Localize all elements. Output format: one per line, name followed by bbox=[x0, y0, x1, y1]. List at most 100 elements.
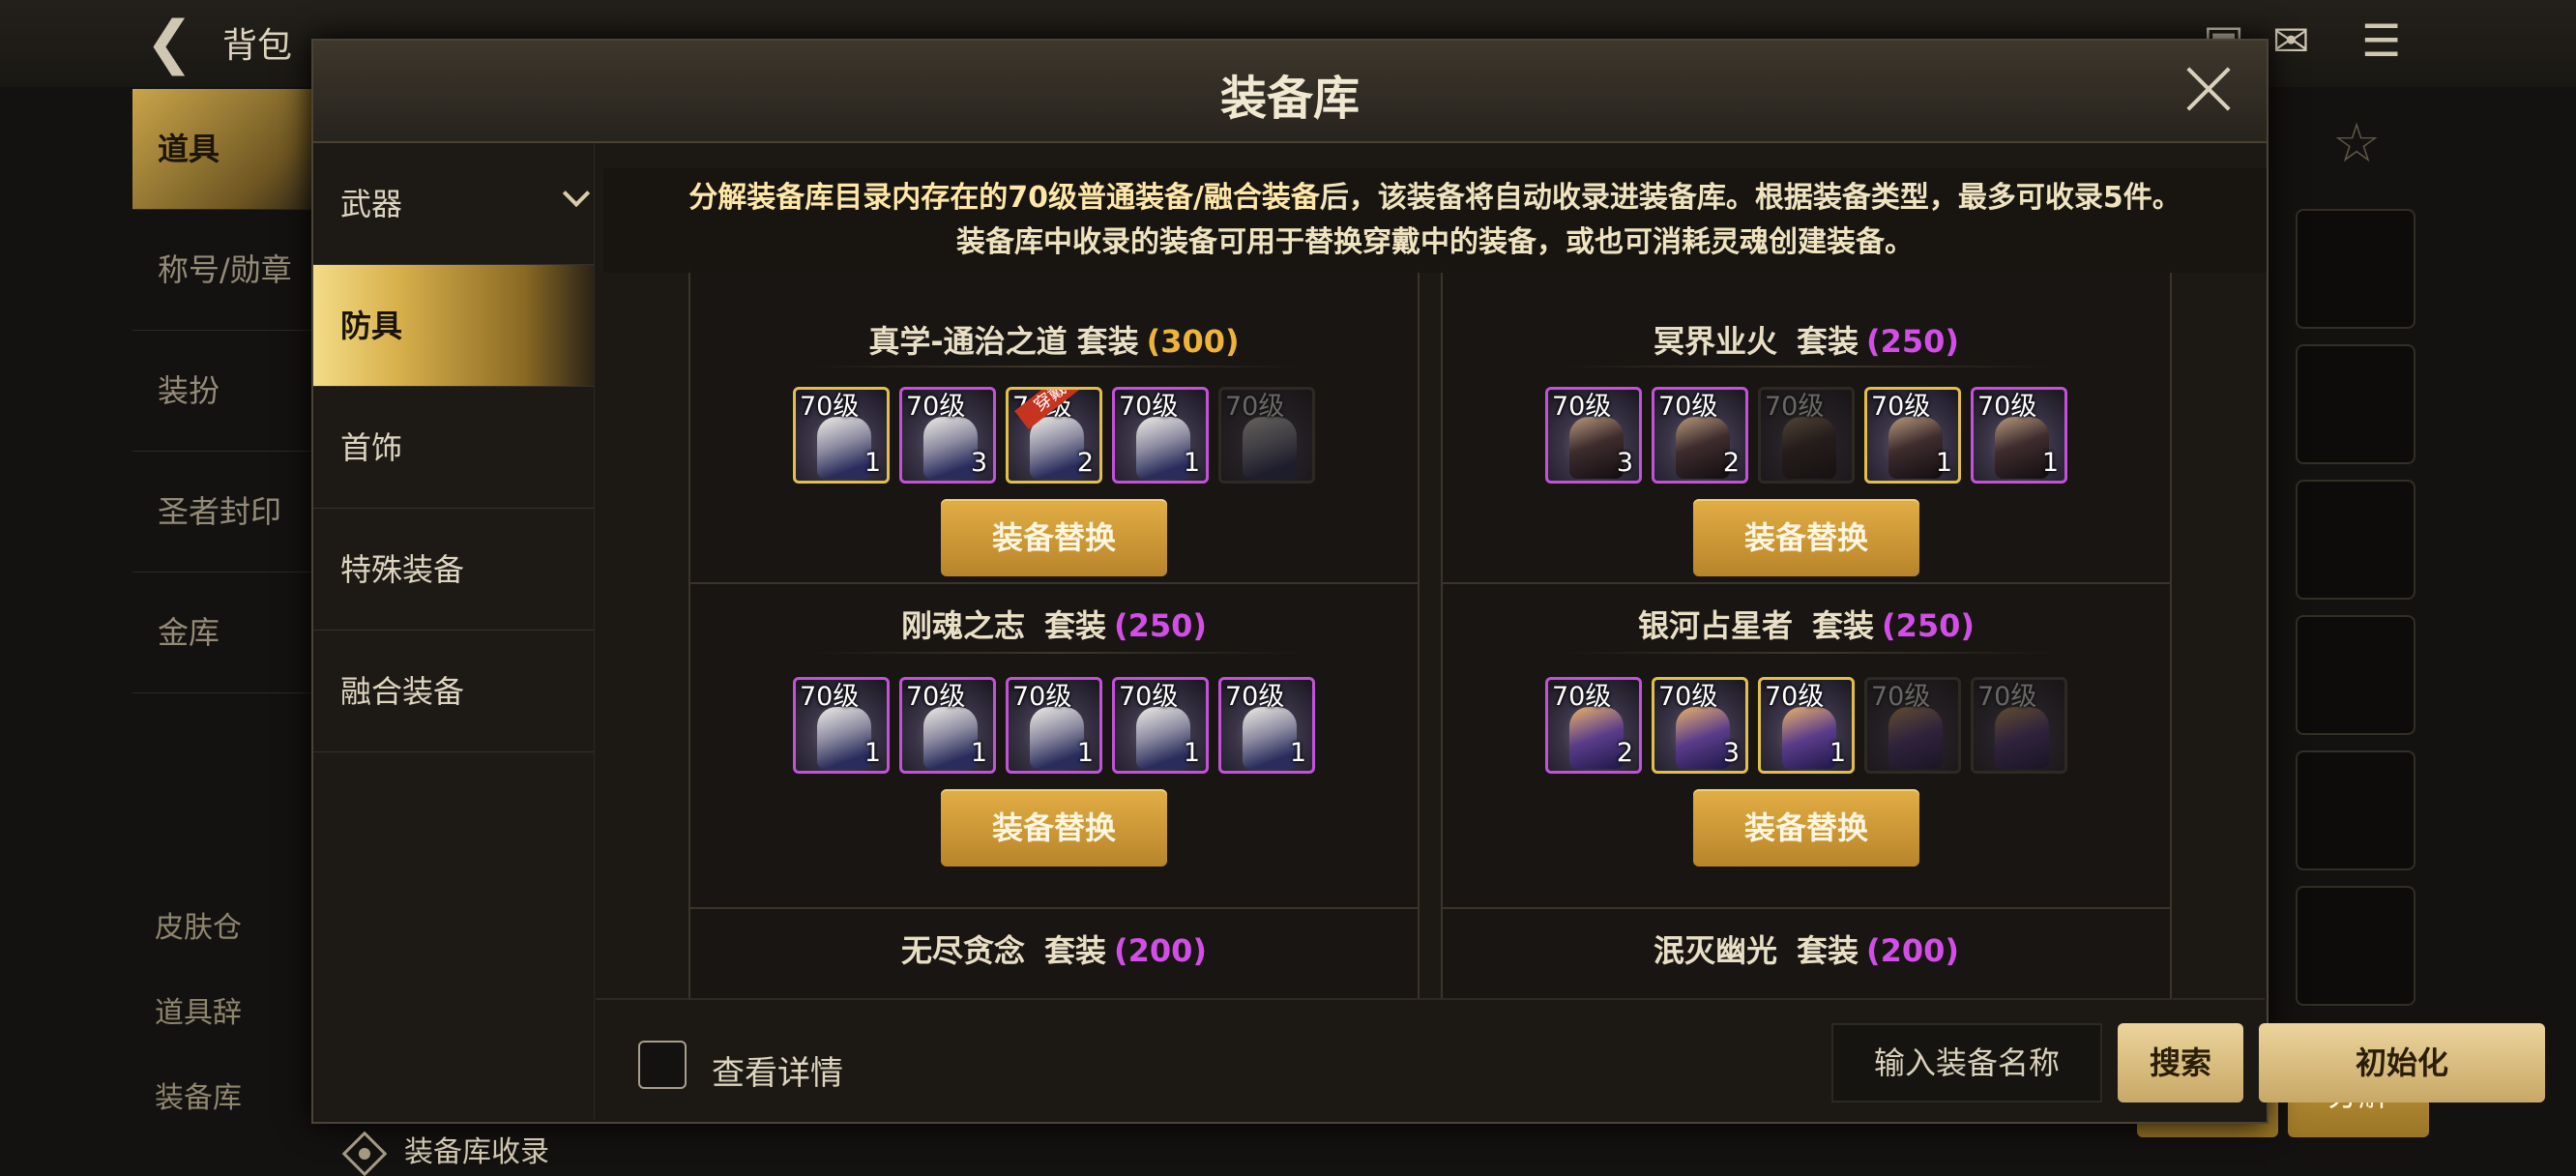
category-list: 武器 防具 首饰 特殊装备 融合装备 装备库收录 bbox=[313, 143, 595, 1176]
notice-line1: 后，该装备将自动收录进装备库。根据装备类型，最多可收录5件。 bbox=[1319, 181, 2181, 215]
set-card: 真学-通治之道套装(300)70级170级370级穿戴中270级170级装备替换 bbox=[688, 263, 1420, 600]
inventory-slot[interactable] bbox=[2296, 209, 2415, 329]
equipment-slot[interactable]: 70级 2 bbox=[1652, 387, 1748, 484]
equipment-slots: 70级 2 70级 3 70级 1 70级 70级 bbox=[1443, 677, 2170, 774]
swap-equipment-button[interactable]: 装备替换 bbox=[1693, 499, 1919, 576]
inventory-slot[interactable] bbox=[2296, 615, 2415, 735]
category-armor[interactable]: 防具 bbox=[313, 265, 594, 387]
bag-tab-seal[interactable]: 圣者封印 bbox=[132, 452, 326, 573]
details-checkbox[interactable] bbox=[638, 1041, 687, 1089]
category-special[interactable]: 特殊装备 bbox=[313, 509, 594, 631]
level-label: 70级 bbox=[1871, 392, 1931, 422]
bag-tab-items[interactable]: 道具 bbox=[132, 89, 326, 210]
item-count: 3 bbox=[1616, 448, 1633, 478]
equipment-slot[interactable]: 70级 1 bbox=[1112, 677, 1209, 774]
armor-icon bbox=[1888, 417, 1943, 479]
item-count: 3 bbox=[970, 448, 987, 478]
level-label: 70级 bbox=[1012, 682, 1072, 712]
equipment-slot[interactable]: 70级 1 bbox=[1218, 677, 1315, 774]
reset-button[interactable]: 初始化 bbox=[2259, 1023, 2545, 1102]
equipment-slot[interactable]: 70级 2 bbox=[1545, 677, 1642, 774]
item-dictionary-link[interactable]: 道具辞 bbox=[155, 988, 242, 1031]
category-weapon[interactable]: 武器 bbox=[313, 143, 594, 265]
search-button[interactable]: 搜索 bbox=[2118, 1023, 2243, 1102]
set-card: 银河占星者 套装 (250) 70级 2 70级 3 70级 1 70级 70级 装备替换 bbox=[1441, 582, 2172, 925]
equipment-slot[interactable]: 70级 1 bbox=[1758, 677, 1855, 774]
equipment-slot[interactable]: 70级 bbox=[1971, 677, 2067, 774]
set-title: 银河占星者 套装 (250) bbox=[1443, 602, 2170, 646]
item-count: 1 bbox=[1183, 738, 1200, 768]
equipment-slot[interactable]: 70级穿戴中2 bbox=[1006, 387, 1102, 484]
equipment-slot[interactable]: 70级 bbox=[1864, 677, 1961, 774]
details-label[interactable]: 查看详情 bbox=[712, 1046, 843, 1094]
inventory-slot[interactable] bbox=[2296, 750, 2415, 870]
divider bbox=[806, 366, 1305, 368]
set-title: 冥界业火 套装 (250) bbox=[1443, 317, 2170, 362]
notice-highlight: 分解装备库目录内存在的70级普通装备/融合装备 bbox=[688, 181, 1320, 215]
armor-icon bbox=[817, 417, 871, 479]
armor-icon bbox=[817, 707, 871, 769]
collect-link[interactable]: 装备库收录 bbox=[342, 1128, 549, 1176]
level-label: 70级 bbox=[1552, 392, 1612, 422]
armor-icon bbox=[1136, 417, 1190, 479]
armor-icon bbox=[1243, 417, 1297, 479]
bag-tab-avatar[interactable]: 装扮 bbox=[132, 331, 326, 452]
set-points: (250) bbox=[1865, 323, 1960, 360]
skin-storage-link[interactable]: 皮肤仓 bbox=[155, 903, 242, 946]
equipment-slot[interactable]: 70级 3 bbox=[899, 387, 996, 484]
notice-text: 分解装备库目录内存在的70级普通装备/融合装备后，该装备将自动收录进装备库。根据… bbox=[603, 168, 2267, 273]
level-label: 70级 bbox=[1977, 682, 2037, 712]
equipment-slot[interactable]: 70级 1 bbox=[1864, 387, 1961, 484]
armor-icon bbox=[1569, 707, 1624, 769]
set-points: (250) bbox=[1113, 607, 1208, 644]
item-count: 1 bbox=[1076, 738, 1094, 768]
equipment-slot[interactable]: 70级 1 bbox=[1006, 677, 1102, 774]
level-label: 70级 bbox=[1658, 392, 1718, 422]
search-input[interactable]: 输入装备名称 bbox=[1831, 1023, 2102, 1102]
item-count: 1 bbox=[1829, 738, 1846, 768]
equipment-slot[interactable]: 70级 1 bbox=[899, 677, 996, 774]
item-count: 1 bbox=[2041, 448, 2059, 478]
equipment-slot[interactable]: 70级 bbox=[1758, 387, 1855, 484]
mail-icon[interactable]: ✉ bbox=[2272, 12, 2310, 70]
set-title: 真学-通治之道 套装 (300) bbox=[690, 317, 1418, 362]
equipment-library-link[interactable]: 装备库 bbox=[155, 1073, 242, 1116]
armor-icon bbox=[1136, 707, 1190, 769]
equipment-slot[interactable]: 70级 1 bbox=[1112, 387, 1209, 484]
set-name: 真学-通治之道 bbox=[868, 323, 1068, 360]
level-label: 70级 bbox=[1977, 392, 2037, 422]
category-label: 武器 bbox=[340, 186, 403, 222]
chat-icon[interactable]: ☰ bbox=[2361, 12, 2401, 70]
equipment-slot[interactable]: 70级 1 bbox=[793, 677, 890, 774]
category-fusion[interactable]: 融合装备 bbox=[313, 631, 594, 752]
category-accessory[interactable]: 首饰 bbox=[313, 387, 594, 509]
level-label: 70级 bbox=[1119, 682, 1179, 712]
inventory-slot[interactable] bbox=[2296, 344, 2415, 464]
level-label: 70级 bbox=[800, 682, 860, 712]
star-icon: ☆ bbox=[2332, 112, 2382, 175]
inventory-slot[interactable] bbox=[2296, 886, 2415, 1006]
chevron-down-icon bbox=[562, 179, 591, 208]
close-icon[interactable] bbox=[2180, 60, 2238, 118]
item-count: 1 bbox=[864, 738, 881, 768]
swap-equipment-button[interactable]: 装备替换 bbox=[1693, 789, 1919, 867]
back-arrow-icon[interactable]: ❮ bbox=[145, 14, 193, 72]
swap-equipment-button[interactable]: 装备替换 bbox=[941, 789, 1167, 867]
category-label: 特殊装备 bbox=[340, 551, 465, 588]
set-card: 冥界业火 套装 (250) 70级 3 70级 2 70级 70级 1 70级 1 装备替换 bbox=[1441, 263, 2172, 600]
bag-tab-vault[interactable]: 金库 bbox=[132, 573, 326, 693]
equipment-slot[interactable]: 70级 3 bbox=[1545, 387, 1642, 484]
swap-equipment-button[interactable]: 装备替换 bbox=[941, 499, 1167, 576]
item-count: 1 bbox=[1289, 738, 1306, 768]
bag-tab-titles[interactable]: 称号/勋章 bbox=[132, 210, 326, 331]
armor-icon bbox=[1676, 417, 1730, 479]
equipment-slot[interactable]: 70级 1 bbox=[793, 387, 890, 484]
set-title: 刚魂之志 套装 (250) bbox=[690, 602, 1418, 646]
equipment-slot[interactable]: 70级 1 bbox=[1971, 387, 2067, 484]
equipment-slot[interactable]: 70级 bbox=[1218, 387, 1315, 484]
equipment-slot[interactable]: 70级 3 bbox=[1652, 677, 1748, 774]
inventory-slot[interactable] bbox=[2296, 480, 2415, 600]
set-title: 无尽贪念 套装 (200) bbox=[690, 926, 1418, 971]
set-name: 无尽贪念 bbox=[900, 932, 1025, 969]
armor-icon bbox=[1995, 417, 2049, 479]
